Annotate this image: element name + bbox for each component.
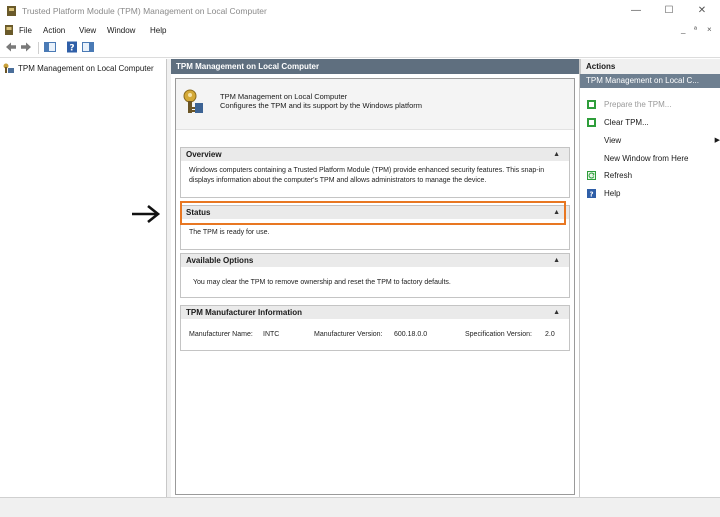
- submenu-arrow-icon: ▶: [714, 137, 720, 144]
- manufacturer-version-value: 600.18.0.0: [394, 331, 428, 338]
- back-arrow-icon[interactable]: [5, 41, 17, 53]
- mdi-restore-button[interactable]: ª: [694, 25, 697, 34]
- manufacturer-name-value: INTC: [263, 331, 280, 338]
- manufacturer-name-label: Manufacturer Name:: [189, 331, 253, 338]
- overview-header[interactable]: Overview ▲: [181, 148, 569, 161]
- action-label: View: [604, 135, 622, 145]
- manufacturer-header[interactable]: TPM Manufacturer Information ▲: [181, 306, 569, 319]
- toolbar: ?: [0, 39, 720, 58]
- available-options-section: Available Options ▲ You may clear the TP…: [180, 253, 570, 298]
- intro-description: Configures the TPM and its support by th…: [220, 101, 423, 110]
- actions-pane: Actions TPM Management on Local C... Pre…: [580, 59, 720, 497]
- actions-header: Actions: [580, 59, 720, 74]
- menu-action[interactable]: Action: [43, 26, 65, 35]
- collapse-overview-icon[interactable]: ▲: [553, 148, 560, 161]
- specification-version-value: 2.0: [545, 331, 555, 338]
- manufacturer-version-label: Manufacturer Version:: [314, 331, 383, 338]
- tpm-details-frame: TPM Management on Local Computer Configu…: [175, 78, 575, 495]
- available-options-header[interactable]: Available Options ▲: [181, 254, 569, 267]
- toolbar-separator: [38, 42, 39, 54]
- close-button[interactable]: ✕: [688, 3, 716, 19]
- overview-section: Overview ▲ Windows computers containing …: [180, 147, 570, 198]
- clear-tpm-icon: [587, 117, 596, 127]
- intro-title: TPM Management on Local Computer: [220, 92, 348, 101]
- manufacturer-heading: TPM Manufacturer Information: [186, 308, 303, 317]
- actions-subheader[interactable]: TPM Management on Local C...: [580, 74, 720, 88]
- show-hide-action-pane-icon[interactable]: [82, 41, 94, 53]
- menu-help[interactable]: Help: [150, 26, 166, 35]
- pointer-arrow-icon: [132, 204, 161, 224]
- results-pane: TPM Management on Local Computer TPM Man…: [171, 59, 580, 497]
- action-help[interactable]: ? Help: [587, 187, 620, 199]
- menu-file[interactable]: File: [19, 26, 32, 35]
- action-view[interactable]: View ▶: [604, 134, 720, 146]
- svg-text:?: ?: [69, 44, 74, 54]
- menu-view[interactable]: View: [79, 26, 96, 35]
- menu-bar: File Action View Window Help _ ª ×: [0, 22, 720, 39]
- manufacturer-info: Manufacturer Name: INTC Manufacturer Ver…: [181, 319, 569, 339]
- action-new-window[interactable]: New Window from Here: [604, 152, 688, 164]
- manufacturer-section: TPM Manufacturer Information ▲ Manufactu…: [180, 305, 570, 351]
- action-label: Prepare the TPM...: [604, 99, 672, 109]
- title-bar: Trusted Platform Module (TPM) Management…: [0, 0, 720, 22]
- window-title: Trusted Platform Module (TPM) Management…: [22, 6, 267, 16]
- intro-banner: TPM Management on Local Computer Configu…: [176, 79, 574, 130]
- action-refresh[interactable]: Refresh: [587, 169, 632, 181]
- app-icon: [7, 6, 16, 16]
- show-hide-console-tree-icon[interactable]: [44, 41, 56, 53]
- help-icon[interactable]: ?: [66, 41, 78, 53]
- collapse-options-icon[interactable]: ▲: [553, 254, 560, 267]
- results-pane-header: TPM Management on Local Computer: [171, 59, 579, 74]
- overview-heading: Overview: [186, 150, 222, 159]
- available-options-heading: Available Options: [186, 256, 254, 265]
- action-label: New Window from Here: [604, 153, 689, 163]
- minimize-button[interactable]: —: [622, 3, 650, 19]
- tpm-icon: [3, 63, 14, 73]
- action-prepare-tpm[interactable]: Prepare the TPM...: [587, 98, 671, 110]
- status-highlight-box: [180, 201, 566, 225]
- mdi-close-button[interactable]: ×: [707, 25, 712, 34]
- prepare-tpm-icon: [587, 99, 596, 109]
- mdi-minimize-button[interactable]: _: [681, 25, 685, 34]
- action-label: Clear TPM...: [604, 117, 649, 127]
- tpm-key-icon: [183, 89, 203, 113]
- console-tree: TPM Management on Local Computer: [0, 59, 167, 497]
- menu-window[interactable]: Window: [107, 26, 135, 35]
- actions-subheader-label: TPM Management on Local C...: [586, 76, 699, 85]
- console-icon: [5, 25, 13, 35]
- tree-item-tpm-management[interactable]: TPM Management on Local Computer: [3, 63, 154, 73]
- overview-text: Windows computers containing a Trusted P…: [189, 167, 545, 184]
- action-label: Refresh: [604, 170, 633, 180]
- action-label: Help: [604, 188, 621, 198]
- tree-item-label: TPM Management on Local Computer: [18, 63, 154, 73]
- available-options-text: You may clear the TPM to remove ownershi…: [193, 279, 451, 286]
- refresh-icon: [587, 170, 596, 180]
- status-bar: [0, 497, 720, 517]
- collapse-manufacturer-icon[interactable]: ▲: [553, 306, 560, 319]
- svg-text:?: ?: [589, 190, 593, 198]
- specification-version-label: Specification Version:: [465, 331, 532, 338]
- maximize-button[interactable]: ☐: [655, 3, 683, 19]
- help-icon: ?: [587, 188, 596, 198]
- forward-arrow-icon[interactable]: [20, 41, 32, 53]
- action-clear-tpm[interactable]: Clear TPM...: [587, 116, 649, 128]
